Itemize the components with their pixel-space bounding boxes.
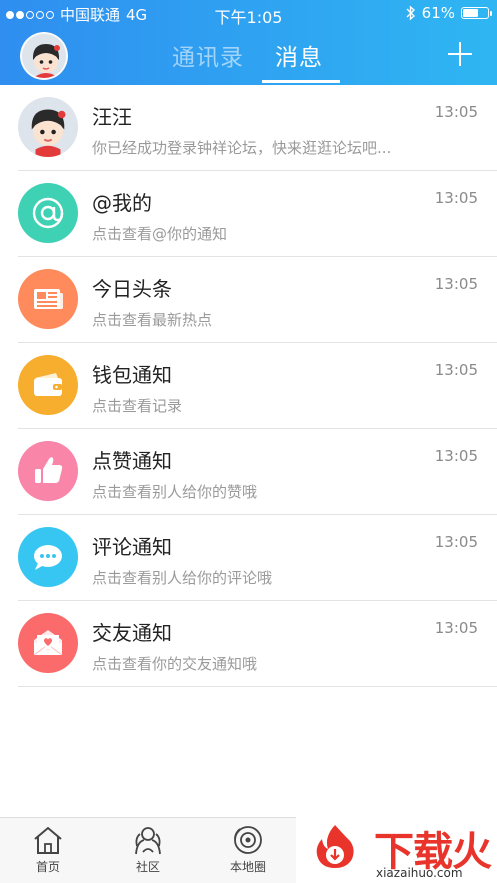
- wallet-icon: [18, 355, 78, 415]
- active-tab-indicator: [262, 80, 340, 83]
- message-subtitle: 点击查看别人给你的评论哦: [92, 569, 273, 587]
- message-time: 13:05: [434, 361, 478, 379]
- message-time: 13:05: [434, 275, 478, 293]
- tabbar-community[interactable]: 社区: [118, 824, 178, 875]
- message-subtitle: 点击查看最新热点: [92, 311, 213, 329]
- message-row-wangwang[interactable]: 汪汪 你已经成功登录钟祥论坛，快来逛逛论坛吧... 13:05: [0, 85, 497, 171]
- message-title: 交友通知: [92, 621, 172, 645]
- row-divider: [18, 686, 497, 687]
- message-title: 钱包通知: [92, 363, 172, 387]
- battery-percent: 61%: [421, 4, 455, 22]
- tabbar-home[interactable]: 首页: [18, 824, 78, 875]
- thumbs-up-icon: [18, 441, 78, 501]
- message-row-comments[interactable]: 评论通知 点击查看别人给你的评论哦 13:05: [0, 515, 497, 601]
- tab-contacts[interactable]: 通讯录: [172, 38, 244, 72]
- message-list: 汪汪 你已经成功登录钟祥论坛，快来逛逛论坛吧... 13:05 @我的 点击查看…: [0, 85, 497, 687]
- tabbar-label: 首页: [35, 860, 60, 874]
- tabbar-label: 本地圈: [229, 860, 266, 874]
- battery-fill: [463, 9, 478, 17]
- plus-icon[interactable]: [446, 40, 474, 68]
- message-subtitle: 点击查看你的交友通知哦: [92, 655, 258, 673]
- message-title: 评论通知: [92, 535, 172, 559]
- envelope-heart-icon: [18, 613, 78, 673]
- at-icon: [18, 183, 78, 243]
- message-title: 点赞通知: [92, 449, 172, 473]
- message-time: 13:05: [434, 619, 478, 637]
- status-right: 61%: [406, 4, 492, 22]
- app-header: 中国联通 4G 下午1:05 61% 通讯录 消息: [0, 0, 497, 85]
- watermark-url: xiazaihuo.com: [376, 866, 463, 880]
- header-tabs: 通讯录 消息: [0, 36, 497, 84]
- flame-logo-icon: [316, 825, 354, 868]
- message-row-friends[interactable]: 交友通知 点击查看你的交友通知哦 13:05: [0, 601, 497, 687]
- message-subtitle: 点击查看@你的通知: [92, 225, 228, 243]
- local-circle-icon: [234, 826, 262, 854]
- chat-bubble-icon: [18, 527, 78, 587]
- message-title: @我的: [92, 191, 152, 215]
- tabbar-label: 社区: [135, 860, 160, 874]
- battery-icon: [461, 7, 492, 19]
- watermark: 下载火 xiazaihuo.com: [296, 815, 497, 883]
- message-time: 13:05: [434, 533, 478, 551]
- status-bar: 中国联通 4G 下午1:05 61%: [0, 0, 497, 28]
- message-subtitle: 你已经成功登录钟祥论坛，快来逛逛论坛吧...: [92, 139, 392, 157]
- message-time: 13:05: [434, 189, 478, 207]
- message-subtitle: 点击查看记录: [92, 397, 183, 415]
- tabbar-local-circle[interactable]: 本地圈: [218, 824, 278, 875]
- message-row-likes[interactable]: 点赞通知 点击查看别人给你的赞哦 13:05: [0, 429, 497, 515]
- message-time: 13:05: [434, 103, 478, 121]
- message-title: 今日头条: [92, 277, 172, 301]
- home-icon: [34, 826, 62, 854]
- newspaper-icon: [18, 269, 78, 329]
- community-icon: [135, 827, 161, 855]
- tab-messages[interactable]: 消息: [275, 38, 323, 72]
- bluetooth-icon: [406, 5, 415, 21]
- message-row-headlines[interactable]: 今日头条 点击查看最新热点 13:05: [0, 257, 497, 343]
- message-subtitle: 点击查看别人给你的赞哦: [92, 483, 258, 501]
- message-row-mentions[interactable]: @我的 点击查看@你的通知 13:05: [0, 171, 497, 257]
- user-avatar: [18, 97, 78, 157]
- message-time: 13:05: [434, 447, 478, 465]
- message-title: 汪汪: [92, 105, 132, 129]
- message-row-wallet[interactable]: 钱包通知 点击查看记录 13:05: [0, 343, 497, 429]
